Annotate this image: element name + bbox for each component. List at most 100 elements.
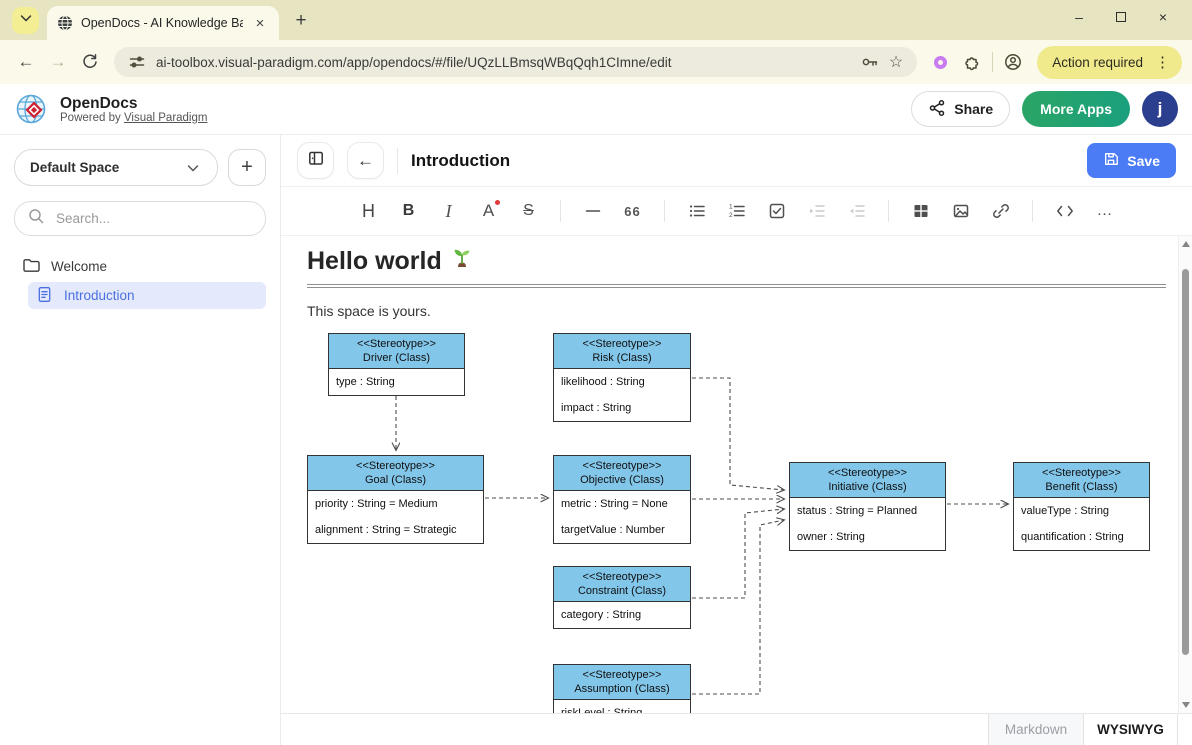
uml-class-initiative[interactable]: <<Stereotype>>Initiative (Class)status :…: [789, 462, 946, 551]
tab-markdown[interactable]: Markdown: [988, 714, 1083, 745]
scroll-up-icon[interactable]: [1182, 241, 1190, 247]
maximize-icon[interactable]: [1100, 0, 1142, 34]
share-button[interactable]: Share: [911, 91, 1010, 127]
toolbar-image-icon[interactable]: [945, 196, 976, 227]
uml-class-benefit[interactable]: <<Stereotype>>Benefit (Class)valueType :…: [1013, 462, 1150, 551]
uml-attribute: priority : String = Medium: [308, 491, 483, 517]
uml-class-name: Objective (Class): [556, 473, 688, 487]
toolbar-outdent-icon[interactable]: [841, 196, 872, 227]
browser-kebab-menu-icon[interactable]: ⋮: [1151, 53, 1174, 71]
uml-class-name: Constraint (Class): [556, 584, 688, 598]
tab-favicon-globe-icon: [57, 15, 73, 31]
toolbar-strikethrough-button[interactable]: S: [513, 196, 544, 227]
document-icon: [36, 286, 53, 306]
toolbar-task-list-icon[interactable]: [761, 196, 792, 227]
save-label: Save: [1127, 153, 1160, 169]
chevron-down-icon: [17, 9, 35, 32]
sidebar-item-welcome[interactable]: Welcome: [14, 253, 266, 280]
folder-icon: [22, 256, 40, 277]
chevron-down-icon: [184, 159, 202, 177]
profile-icon[interactable]: [1004, 53, 1022, 71]
password-key-icon[interactable]: [861, 53, 879, 71]
site-settings-icon[interactable]: [128, 53, 146, 71]
uml-class-attributes: priority : String = Mediumalignment : St…: [308, 491, 483, 543]
action-required-button[interactable]: Action required ⋮: [1037, 46, 1182, 79]
tab-close-icon[interactable]: ×: [251, 14, 269, 32]
tab-wysiwyg[interactable]: WYSIWYG: [1083, 714, 1178, 745]
uml-attribute: metric : String = None: [554, 491, 690, 517]
toolbar-divider: [664, 200, 665, 222]
uml-class-name: Benefit (Class): [1016, 480, 1147, 494]
add-space-button[interactable]: +: [228, 149, 266, 186]
svg-text:1: 1: [729, 204, 733, 211]
toolbar-link-icon[interactable]: [985, 196, 1016, 227]
uml-class-driver[interactable]: <<Stereotype>>Driver (Class)type : Strin…: [328, 333, 465, 396]
toolbar-indent-icon[interactable]: [801, 196, 832, 227]
bookmark-star-icon[interactable]: ☆: [889, 52, 903, 72]
url-text[interactable]: ai-toolbox.visual-paradigm.com/app/opend…: [156, 55, 851, 70]
scroll-down-icon[interactable]: [1182, 702, 1190, 708]
uml-stereotype-label: <<Stereotype>>: [310, 459, 481, 473]
uml-class-header: <<Stereotype>>Assumption (Class): [554, 665, 690, 700]
toolbar-blockquote-button[interactable]: 66: [617, 196, 648, 227]
uml-stereotype-label: <<Stereotype>>: [556, 337, 688, 351]
back-button[interactable]: ←: [347, 142, 384, 179]
editor-scrollbar[interactable]: [1178, 236, 1192, 713]
uml-attribute: alignment : String = Strategic: [308, 517, 483, 543]
uml-attribute: targetValue : Number: [554, 517, 690, 543]
visual-paradigm-link[interactable]: Visual Paradigm: [124, 112, 208, 124]
uml-stereotype-label: <<Stereotype>>: [556, 668, 688, 682]
extensions-puzzle-icon[interactable]: [963, 53, 981, 71]
uml-class-header: <<Stereotype>>Goal (Class): [308, 456, 483, 491]
toolbar-more-button[interactable]: …: [1089, 196, 1120, 227]
back-icon[interactable]: ←: [10, 46, 42, 78]
toolbar-bold-button[interactable]: B: [393, 196, 424, 227]
doc-heading[interactable]: Hello world 🌱: [307, 246, 1166, 288]
minimize-icon[interactable]: –: [1058, 0, 1100, 34]
browser-menu-button[interactable]: [12, 7, 39, 34]
toolbar-table-icon[interactable]: [905, 196, 936, 227]
new-tab-button[interactable]: +: [287, 7, 315, 35]
toolbar-divider: [560, 200, 561, 222]
toggle-sidebar-button[interactable]: [297, 142, 334, 179]
browser-toolbar: ← → ai-toolbox.visual-paradigm.com/app/o…: [0, 40, 1192, 84]
more-apps-button[interactable]: More Apps: [1022, 91, 1130, 127]
forward-icon[interactable]: →: [42, 46, 74, 78]
uml-class-risk[interactable]: <<Stereotype>>Risk (Class)likelihood : S…: [553, 333, 691, 422]
share-label: Share: [954, 101, 993, 117]
editor-footer: Markdown WYSIWYG: [281, 713, 1192, 745]
save-button[interactable]: Save: [1087, 143, 1176, 178]
toolbar-font-color-button[interactable]: A: [473, 196, 504, 227]
search-input[interactable]: [54, 210, 253, 227]
toolbar-horizontal-rule-icon[interactable]: [577, 196, 608, 227]
uml-class-attributes: valueType : Stringquantification : Strin…: [1014, 498, 1149, 550]
user-avatar[interactable]: j: [1142, 91, 1178, 127]
toolbar-ordered-list-icon[interactable]: 12: [721, 196, 752, 227]
toolbar-bullet-list-icon[interactable]: [681, 196, 712, 227]
address-bar[interactable]: ai-toolbox.visual-paradigm.com/app/opend…: [114, 47, 917, 77]
uml-class-goal[interactable]: <<Stereotype>>Goal (Class)priority : Str…: [307, 455, 484, 544]
uml-class-assumption[interactable]: <<Stereotype>>Assumption (Class)riskLeve…: [553, 664, 691, 713]
toolbar-code-block-icon[interactable]: [1049, 196, 1080, 227]
toolbar-heading-button[interactable]: H: [353, 196, 384, 227]
reload-icon[interactable]: [74, 46, 106, 78]
action-required-label: Action required: [1052, 55, 1143, 70]
sidebar-item-introduction[interactable]: Introduction: [28, 282, 266, 309]
tab-title: OpenDocs - AI Knowledge Base: [81, 16, 243, 30]
extension-ring-icon[interactable]: [934, 56, 947, 69]
uml-diagram[interactable]: <<Stereotype>>Driver (Class)type : Strin…: [307, 327, 1157, 713]
subtitle-prefix: Powered by: [60, 112, 124, 124]
editor-canvas[interactable]: Hello world 🌱 This space is yours. <<Ste…: [281, 236, 1178, 713]
uml-class-header: <<Stereotype>>Benefit (Class): [1014, 463, 1149, 498]
uml-class-attributes: status : String = Plannedowner : String: [790, 498, 945, 550]
uml-class-objective[interactable]: <<Stereotype>>Objective (Class)metric : …: [553, 455, 691, 544]
search-box[interactable]: [14, 201, 266, 236]
space-selector[interactable]: Default Space: [14, 149, 218, 186]
scrollbar-thumb[interactable]: [1182, 269, 1189, 655]
header-divider: [397, 148, 398, 174]
toolbar-italic-button[interactable]: I: [433, 196, 464, 227]
browser-tab[interactable]: OpenDocs - AI Knowledge Base ×: [47, 6, 279, 40]
close-icon[interactable]: ×: [1142, 0, 1184, 34]
doc-paragraph[interactable]: This space is yours.: [307, 303, 1166, 319]
uml-class-constraint[interactable]: <<Stereotype>>Constraint (Class)category…: [553, 566, 691, 629]
